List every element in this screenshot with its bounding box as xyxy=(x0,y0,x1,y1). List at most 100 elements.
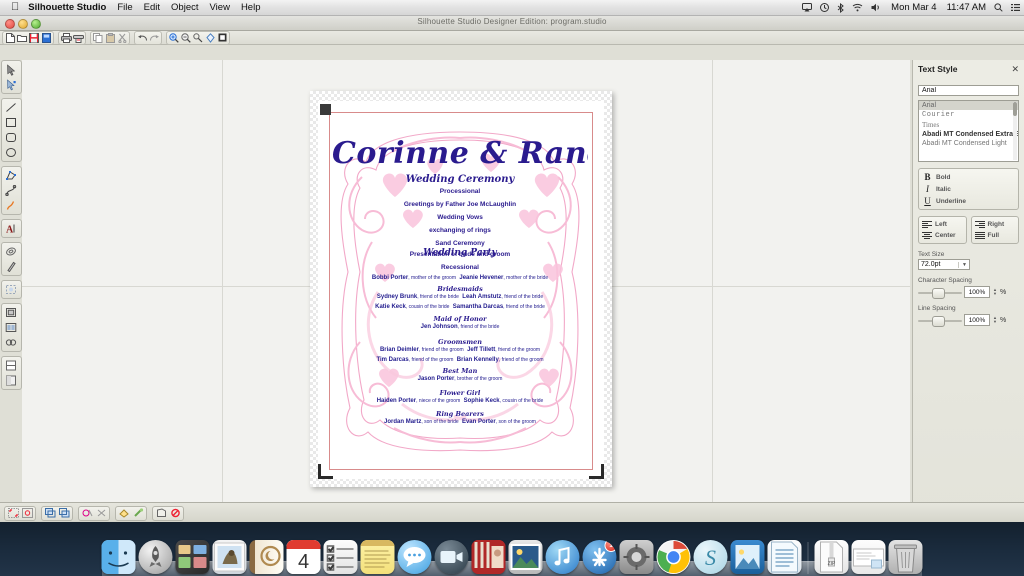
line-spacing-value[interactable]: 100% xyxy=(964,314,990,326)
section-row[interactable]: Sydney Brunk, friend of the bride Leah A… xyxy=(332,294,588,300)
character-spacing-slider[interactable] xyxy=(918,288,962,297)
line-icon[interactable] xyxy=(3,100,20,115)
dock-item-mail[interactable] xyxy=(213,540,247,574)
menubar-time[interactable]: 11:47 AM xyxy=(947,2,986,13)
offset-icon[interactable] xyxy=(3,305,20,320)
dock-trash[interactable] xyxy=(889,540,923,574)
slider-thumb[interactable] xyxy=(932,288,945,299)
menu-app-name[interactable]: Silhouette Studio xyxy=(28,2,106,13)
arrow-cursor-icon[interactable] xyxy=(3,62,20,77)
preview-icon[interactable] xyxy=(154,507,168,519)
ceremony-item[interactable]: Recessional xyxy=(332,264,588,271)
dock-item-photo-booth[interactable] xyxy=(472,540,506,574)
section-row[interactable]: Jen Johnson, friend of the bride xyxy=(332,324,588,330)
design-canvas[interactable]: Corinne & Randy Wedding Ceremony Process… xyxy=(22,60,910,502)
show-cut-lines-icon[interactable] xyxy=(80,507,94,519)
card-subtitle[interactable]: Wedding Ceremony xyxy=(332,174,588,185)
new-page-icon[interactable] xyxy=(4,32,16,43)
cutter-icon[interactable] xyxy=(72,32,84,43)
spotlight-search-icon[interactable] xyxy=(994,3,1003,12)
dock-item-system-preferences[interactable] xyxy=(620,540,654,574)
eraser-icon[interactable] xyxy=(3,244,20,259)
ceremony-item[interactable]: Processional xyxy=(332,188,588,195)
dock-item-preview[interactable] xyxy=(731,540,765,574)
menubar-date[interactable]: Mon Mar 4 xyxy=(891,2,936,13)
section-heading[interactable]: Bridesmaids xyxy=(332,285,588,293)
magnifier-plus-icon[interactable] xyxy=(168,32,180,43)
align-center-button[interactable]: Center xyxy=(921,230,964,241)
cut-marks-icon[interactable] xyxy=(20,507,34,519)
freehand-pencil-icon[interactable] xyxy=(3,198,20,213)
volume-icon[interactable] xyxy=(871,3,881,12)
rounded-square-icon[interactable] xyxy=(3,130,20,145)
menu-item-view[interactable]: View xyxy=(210,2,230,13)
font-list-scroll-thumb[interactable] xyxy=(1013,102,1017,116)
timemachine-icon[interactable] xyxy=(820,3,829,12)
line-spacing-slider[interactable] xyxy=(918,316,962,325)
menu-item-file[interactable]: File xyxy=(117,2,132,13)
send-backward-icon[interactable] xyxy=(57,507,71,519)
dock-item-reminders[interactable] xyxy=(324,540,358,574)
trace-icon[interactable] xyxy=(3,282,20,297)
wedding-party-overlay-text[interactable]: Wedding Party xyxy=(332,248,588,258)
ceremony-item[interactable]: Wedding Vows xyxy=(332,214,588,221)
line-color-icon[interactable] xyxy=(131,507,145,519)
font-list-item-abadi-extra-bold[interactable]: Abadi MT Condensed Extra Bold xyxy=(919,130,1018,139)
airplay-icon[interactable] xyxy=(802,3,812,12)
dock-item-app-store[interactable]: 1 xyxy=(583,540,617,574)
printer-icon[interactable] xyxy=(60,32,72,43)
cut-settings-icon[interactable] xyxy=(3,373,20,388)
slider-thumb[interactable] xyxy=(932,316,945,327)
page-setup-icon[interactable] xyxy=(3,358,20,373)
menu-item-object[interactable]: Object xyxy=(171,2,198,13)
align-full-button[interactable]: Full xyxy=(974,230,1017,241)
parents-line[interactable]: Bobbi Porter, mother of the groom Jeanie… xyxy=(332,275,588,281)
dock-item-launchpad[interactable] xyxy=(139,540,173,574)
dock-item-iphoto[interactable] xyxy=(509,540,543,574)
clipboard-icon[interactable] xyxy=(104,32,116,43)
dock-item-chrome[interactable] xyxy=(657,540,691,574)
bluetooth-icon[interactable] xyxy=(837,3,844,13)
italic-button[interactable]: I Italic xyxy=(922,183,1015,195)
dock-item-itunes[interactable] xyxy=(546,540,580,574)
bring-forward-icon[interactable] xyxy=(43,507,57,519)
menu-item-help[interactable]: Help xyxy=(241,2,261,13)
polygon-icon[interactable] xyxy=(3,168,20,183)
wedding-program-card[interactable]: Corinne & Randy Wedding Ceremony Process… xyxy=(332,122,588,458)
menu-item-edit[interactable]: Edit xyxy=(144,2,160,13)
dock-item-calendar[interactable]: 4 xyxy=(287,540,321,574)
section-heading[interactable]: Ring Bearers xyxy=(332,410,588,418)
dock-stack-zip-file[interactable]: ZIP xyxy=(815,540,849,574)
notification-center-icon[interactable] xyxy=(1011,3,1020,12)
section-heading[interactable]: Maid of Honor xyxy=(332,315,588,323)
redo-arrow-icon[interactable] xyxy=(148,32,160,43)
section-row[interactable]: Jason Porter, brother of the groom xyxy=(332,376,588,382)
ceremony-item[interactable]: exchanging of rings xyxy=(332,227,588,234)
font-name-input[interactable] xyxy=(918,85,1019,96)
dock-item-messages[interactable] xyxy=(398,540,432,574)
open-folder-icon[interactable] xyxy=(16,32,28,43)
apple-logo-icon[interactable]:  xyxy=(11,2,19,13)
dock-item-textedit[interactable] xyxy=(768,540,802,574)
square-icon[interactable] xyxy=(3,115,20,130)
ceremony-item[interactable]: Greetings by Father Joe McLaughlin xyxy=(332,201,588,208)
registration-marks-icon[interactable] xyxy=(6,507,20,519)
couple-names[interactable]: Corinne & Randy xyxy=(332,136,588,171)
node-edit-icon[interactable] xyxy=(3,77,20,92)
section-heading[interactable]: Best Man xyxy=(332,367,588,375)
magnifier-minus-icon[interactable] xyxy=(180,32,192,43)
weld-icon[interactable] xyxy=(3,320,20,335)
character-spacing-value[interactable]: 100% xyxy=(964,286,990,298)
blue-page-icon[interactable] xyxy=(40,32,52,43)
font-list-item-arial[interactable]: Arial xyxy=(919,101,1018,110)
copy-icon[interactable] xyxy=(92,32,104,43)
section-row[interactable]: Brian Deimler, friend of the groom Jeff … xyxy=(332,347,588,353)
font-list-item-courier[interactable]: Courier xyxy=(919,110,1018,120)
modify-icon[interactable] xyxy=(3,335,20,350)
section-row[interactable]: Jordan Martz, son of the bride Evan Port… xyxy=(332,419,588,425)
section-row[interactable]: Katie Keck, cousin of the bride Samantha… xyxy=(332,304,588,310)
font-list-item-abadi-light[interactable]: Abadi MT Condensed Light xyxy=(919,139,1018,148)
wifi-icon[interactable] xyxy=(852,3,863,12)
dock-item-notes[interactable] xyxy=(361,540,395,574)
bold-button[interactable]: B Bold xyxy=(922,171,1015,183)
